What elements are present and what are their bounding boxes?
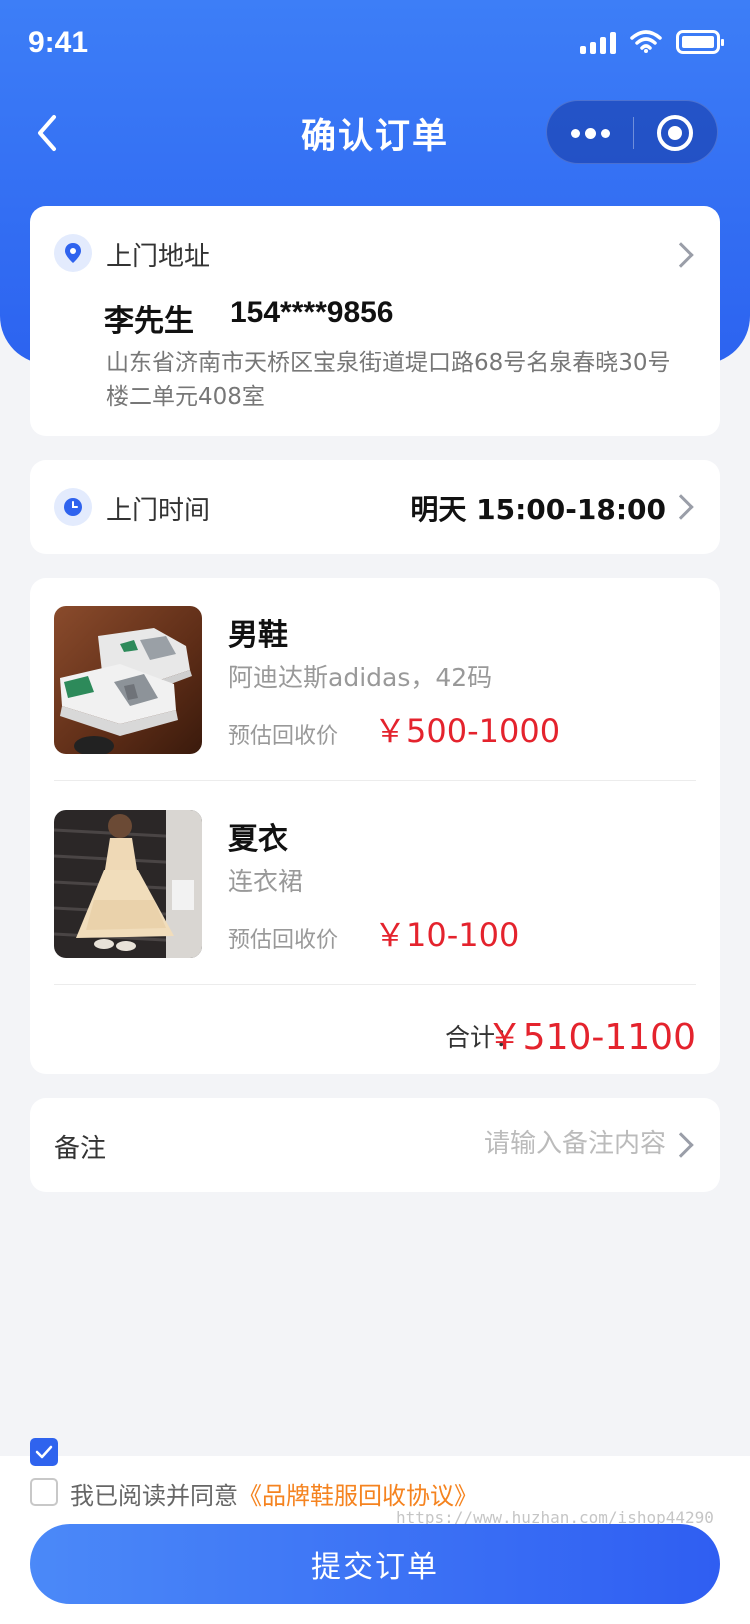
list-item[interactable]: 男鞋 阿迪达斯adidas，42码 预估回收价 ￥500-1000 bbox=[54, 606, 696, 754]
visit-time-card[interactable]: 上门时间 明天 15:00-18:00 bbox=[30, 460, 720, 554]
note-input[interactable] bbox=[366, 1120, 666, 1168]
agreement-prefix: 我已阅读并同意 bbox=[70, 1482, 238, 1510]
item-description: 阿迪达斯adidas，42码 bbox=[228, 663, 493, 692]
note-label: 备注 bbox=[54, 1134, 107, 1164]
more-button[interactable] bbox=[547, 101, 633, 165]
submit-order-button[interactable]: 提交订单 bbox=[30, 1524, 720, 1604]
check-icon bbox=[35, 1445, 53, 1459]
address-detail: 山东省济南市天桥区宝泉街道堤口路68号名泉春晓30号楼二单元408室 bbox=[106, 350, 671, 410]
capsule-divider bbox=[633, 117, 634, 149]
address-card[interactable]: 上门地址 李先生 154****9856 山东省济南市天桥区宝泉街道堤口路68号… bbox=[30, 206, 720, 436]
more-dot-icon bbox=[570, 128, 580, 138]
status-time: 9:41 bbox=[28, 26, 89, 59]
chevron-right-icon bbox=[668, 1132, 694, 1158]
close-mini-program-button[interactable] bbox=[657, 115, 693, 151]
shoe-thumbnail bbox=[54, 606, 202, 754]
clock-icon bbox=[54, 488, 92, 526]
wifi-icon bbox=[630, 30, 662, 53]
price-label: 预估回收价 bbox=[228, 928, 339, 953]
agreement-checkbox[interactable] bbox=[30, 1478, 58, 1506]
navigation-bar: 确认订单 bbox=[0, 96, 750, 168]
item-name: 夏衣 bbox=[228, 822, 288, 857]
checkbox-checked[interactable] bbox=[30, 1438, 58, 1466]
more-dot-icon bbox=[584, 127, 596, 139]
status-icons bbox=[580, 30, 724, 54]
chevron-right-icon bbox=[668, 242, 694, 268]
agreement-text: 我已阅读并同意《品牌鞋服回收协议》 bbox=[70, 1476, 478, 1511]
location-icon bbox=[54, 234, 92, 272]
total-value: ￥510-1100 bbox=[486, 1017, 696, 1058]
chevron-right-icon bbox=[668, 494, 694, 520]
price-value: ￥10-100 bbox=[374, 916, 520, 954]
address-label: 上门地址 bbox=[106, 242, 211, 272]
price-value: ￥500-1000 bbox=[374, 712, 561, 750]
divider bbox=[54, 780, 696, 781]
divider bbox=[54, 984, 696, 985]
dress-thumbnail bbox=[54, 810, 202, 958]
order-items-card: 男鞋 阿迪达斯adidas，42码 预估回收价 ￥500-1000 夏衣 连衣裙… bbox=[30, 578, 720, 1074]
item-description: 连衣裙 bbox=[228, 867, 304, 896]
status-bar: 9:41 bbox=[0, 0, 750, 88]
signal-icon bbox=[580, 30, 616, 54]
visit-time-label: 上门时间 bbox=[106, 496, 211, 526]
visit-time-value: 明天 15:00-18:00 bbox=[410, 493, 666, 526]
note-card[interactable]: 备注 bbox=[30, 1098, 720, 1192]
mini-program-capsule bbox=[546, 100, 718, 164]
contact-phone: 154****9856 bbox=[230, 296, 394, 329]
target-icon bbox=[668, 126, 682, 140]
battery-icon bbox=[676, 30, 724, 54]
more-dot-icon bbox=[600, 128, 610, 138]
price-label: 预估回收价 bbox=[228, 724, 339, 749]
list-item[interactable]: 夏衣 连衣裙 预估回收价 ￥10-100 bbox=[54, 810, 696, 958]
agreement-link[interactable]: 《品牌鞋服回收协议》 bbox=[238, 1482, 478, 1510]
contact-name: 李先生 bbox=[104, 304, 194, 339]
item-name: 男鞋 bbox=[228, 618, 288, 653]
